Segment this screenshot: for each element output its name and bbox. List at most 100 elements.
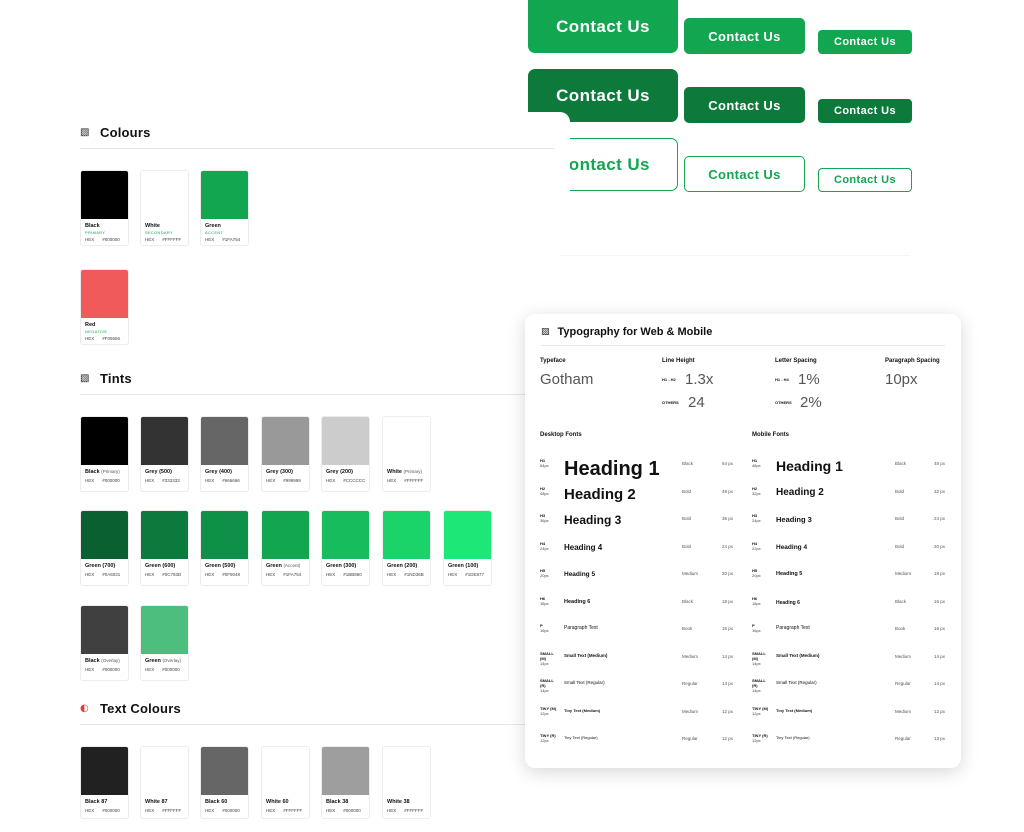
font-tag: SMALL (R) 14px <box>752 678 766 693</box>
swatch-chip <box>322 417 369 465</box>
font-sample: Tiny Text (Medium) <box>564 708 601 713</box>
colour-swatch[interactable]: Black PRIMARY HEX #000000 <box>80 170 129 246</box>
tint-swatch[interactable]: Grey (300) HEX #999999 <box>261 416 310 492</box>
text-colour-swatch[interactable]: White 87 HEX #FFFFFF <box>140 746 189 819</box>
tint-swatch[interactable]: Green (600) HEX #0C793D <box>140 510 189 586</box>
swatch-hex: HEX #000000 <box>205 808 240 813</box>
font-sample: Heading 3 <box>564 513 622 527</box>
font-weight: Regular <box>895 681 911 686</box>
font-row: H6 18px Heading 6 Black 18 px <box>540 596 740 616</box>
swatch-name: Black 38 <box>326 799 349 805</box>
tint-swatch[interactable]: Grey (200) HEX #CCCCCC <box>321 416 370 492</box>
font-weight: Medium <box>682 709 699 714</box>
tint-swatch[interactable]: Black (Primary) HEX #000000 <box>80 416 129 492</box>
ls-others-label: OTHERS <box>775 400 792 405</box>
swatch-name: Green (700) <box>85 563 116 569</box>
swatch-chip <box>262 511 309 559</box>
swatch-chip <box>81 171 128 219</box>
swatch-hex: HEX #F05656 <box>85 336 121 341</box>
font-tag: H3 36px <box>540 513 549 523</box>
text-colour-swatch[interactable]: Black 60 HEX #000000 <box>200 746 249 819</box>
font-weight: Book <box>895 626 906 631</box>
font-tag: P 16px <box>752 623 761 633</box>
font-tag: TINY (R) 12px <box>752 733 768 743</box>
font-sample: Paragraph Text <box>564 625 598 631</box>
text-colour-swatch[interactable]: Black 38 HEX #000000 <box>321 746 370 819</box>
tint-swatch[interactable]: Green (Accent) HEX #1FA754 <box>261 510 310 586</box>
text-colour-swatch[interactable]: Black 87 HEX #000000 <box>80 746 129 819</box>
font-row: TINY (M) 12px Tiny Text (Medium) Medium 12 p… <box>540 706 740 726</box>
font-sample: Small Text (Regular) <box>564 680 605 685</box>
font-tag: SMALL (M) 14px <box>752 651 766 666</box>
swatch-chip <box>141 417 188 465</box>
contact-button-primary-large[interactable]: Contact Us <box>528 0 678 53</box>
contact-button-primary-small[interactable]: Contact Us <box>818 30 912 54</box>
typography-title: Typography for Web & Mobile <box>557 326 713 338</box>
swatch-hex: HEX #666666 <box>205 478 240 483</box>
swatch-hex: HEX #000000 <box>326 808 361 813</box>
tint-swatch[interactable]: Green (500) HEX #0F9048 <box>200 510 249 586</box>
font-tag: H6 18px <box>752 596 761 606</box>
tint-swatch[interactable]: Green (300) HEX #1BB860 <box>321 510 370 586</box>
font-size: 36 px <box>722 516 734 521</box>
swatch-chip <box>201 747 248 795</box>
tint-swatch[interactable]: Grey (500) HEX #333333 <box>140 416 189 492</box>
contact-button-dark-small[interactable]: Contact Us <box>818 99 912 123</box>
swatch-hex: HEX #999999 <box>266 478 301 483</box>
text-colour-swatch[interactable]: White 38 HEX #FFFFFF <box>382 746 431 819</box>
font-tag: H2 32px <box>752 486 761 496</box>
font-row: TINY (M) 12px Tiny Text (Medium) Medium 12 p… <box>752 706 952 726</box>
font-row: H6 18px Heading 6 Black 16 px <box>752 596 952 616</box>
font-sample: Paragraph Text <box>776 625 810 631</box>
typeface-label: Typeface <box>540 358 566 364</box>
swatch-chip <box>81 747 128 795</box>
swatch-chip <box>201 511 248 559</box>
font-row: SMALL (R) 14px Small Text (Regular) Regular… <box>540 678 740 698</box>
swatch-hex: HEX #1FA754 <box>205 237 241 242</box>
tint-swatch[interactable]: Black (Overlay) HEX #000000 <box>80 605 129 681</box>
tints-divider <box>80 394 554 395</box>
lh-others-value: 24 <box>688 394 705 411</box>
font-tag: H4 24px <box>540 541 549 551</box>
font-weight: Black <box>682 599 694 604</box>
text-colours-divider <box>80 724 554 725</box>
colour-swatch[interactable]: Red NEGATIVE HEX #F05656 <box>80 269 129 345</box>
swatch-chip <box>81 606 128 654</box>
font-row: H5 20px Heading 5 Medium 20 px <box>540 568 740 588</box>
swatch-hex: HEX #000000 <box>145 667 180 672</box>
swatch-chip <box>201 171 248 219</box>
text-colour-swatch[interactable]: White 60 HEX #FFFFFF <box>261 746 310 819</box>
contact-button-dark-medium[interactable]: Contact Us <box>684 87 805 123</box>
swatch-chip <box>262 417 309 465</box>
font-row: SMALL (M) 14px Small Text (Medium) Medium 14… <box>540 651 740 671</box>
font-weight: Book <box>682 626 693 631</box>
swatch-name: Green (100) <box>448 563 479 569</box>
font-row: P 16px Paragraph Text Book 16 px <box>540 623 740 643</box>
contact-button-outline-small[interactable]: Contact Us <box>818 168 912 192</box>
contact-button-outline-medium[interactable]: Contact Us <box>684 156 805 192</box>
swatch-hex: HEX #1ND36B <box>387 572 424 577</box>
colour-swatch[interactable]: Green ACCENT HEX #1FA754 <box>200 170 249 246</box>
tint-swatch[interactable]: Green (700) HEX #0A6031 <box>80 510 129 586</box>
lh-h1h2-value: 1.3x <box>685 371 714 388</box>
font-size: 24 px <box>722 544 734 549</box>
tint-swatch[interactable]: Green (Overlay) HEX #000000 <box>140 605 189 681</box>
contact-button-primary-medium[interactable]: Contact Us <box>684 18 805 54</box>
tint-swatch[interactable]: White (Primary) HEX #FFFFFF <box>382 416 431 492</box>
font-size: 18 px <box>722 599 734 604</box>
swatch-hex: HEX #000000 <box>85 237 120 242</box>
hatch-icon: ▧ <box>541 327 550 337</box>
swatch-chip <box>262 747 309 795</box>
colour-swatch[interactable]: White SECONDARY HEX #FFFFFF <box>140 170 189 246</box>
swatch-name: Black <box>85 223 100 229</box>
swatch-name: Black 60 <box>205 799 228 805</box>
tint-swatch[interactable]: Green (200) HEX #1ND36B <box>382 510 431 586</box>
ls-h1h4-value: 1% <box>798 371 820 388</box>
swatch-name: Green (500) <box>205 563 236 569</box>
tint-swatch[interactable]: Grey (400) HEX #666666 <box>200 416 249 492</box>
font-row: SMALL (M) 14px Small Text (Medium) Medium 14… <box>752 651 952 671</box>
tint-swatch[interactable]: Green (100) HEX #1DE877 <box>443 510 492 586</box>
font-row: H3 24px Heading 3 Bold 24 px <box>752 513 952 533</box>
font-sample: Small Text (Medium) <box>776 653 820 658</box>
swatch-chip <box>383 747 430 795</box>
